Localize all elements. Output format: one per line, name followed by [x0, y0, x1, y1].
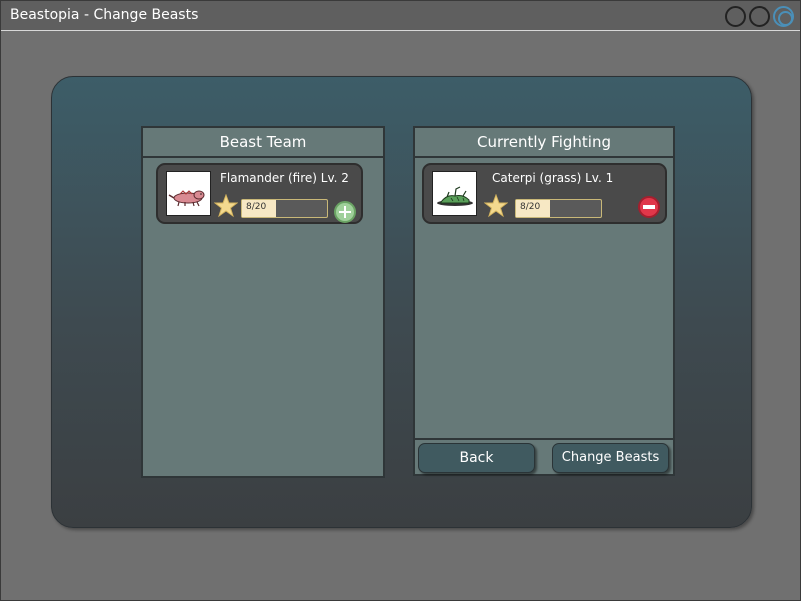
xp-bar: 8/20: [241, 199, 328, 218]
beast-name: Flamander (fire) Lv. 2: [220, 171, 349, 185]
window-title: Beastopia - Change Beasts: [10, 7, 199, 23]
team-beast-card[interactable]: Flamander (fire) Lv. 2 8/20: [156, 163, 363, 224]
fighting-beast-card[interactable]: Caterpi (grass) Lv. 1 8/20: [422, 163, 667, 224]
change-beasts-button[interactable]: Change Beasts: [552, 443, 669, 473]
xp-bar: 8/20: [515, 199, 602, 218]
currently-fighting-panel: Currently Fighting Caterpi (grass) Lv. 1…: [413, 126, 675, 476]
currently-fighting-header: Currently Fighting: [415, 128, 673, 158]
caterpi-portrait-icon: [432, 171, 477, 216]
minus-icon: [643, 205, 655, 209]
remove-beast-button[interactable]: [638, 196, 660, 218]
back-button[interactable]: Back: [418, 443, 535, 473]
button-bar: Back Change Beasts: [415, 438, 673, 474]
maximize-button[interactable]: [749, 6, 770, 27]
beast-team-header: Beast Team: [143, 128, 383, 158]
star-icon: [213, 193, 239, 218]
beast-name: Caterpi (grass) Lv. 1: [492, 171, 614, 185]
xp-text: 8/20: [520, 202, 541, 212]
close-button[interactable]: [773, 6, 794, 27]
title-bar: Beastopia - Change Beasts: [1, 1, 800, 31]
flamander-portrait-icon: [166, 171, 211, 216]
xp-text: 8/20: [246, 202, 267, 212]
beast-team-panel: Beast Team Flamander (fire) Lv. 2 8/20: [141, 126, 385, 478]
star-icon: [483, 193, 509, 218]
add-beast-button[interactable]: [334, 201, 356, 223]
app-window: Beastopia - Change Beasts Beast Team Fla…: [0, 0, 801, 601]
minimize-button[interactable]: [725, 6, 746, 27]
